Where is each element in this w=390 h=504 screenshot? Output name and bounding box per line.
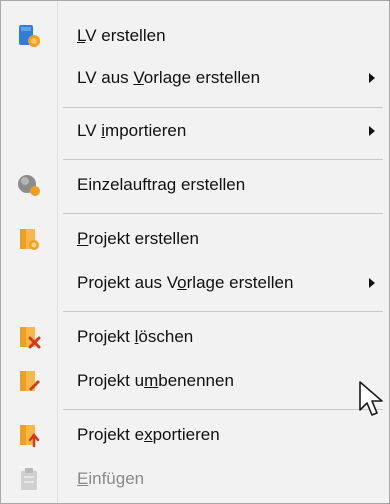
paste-icon xyxy=(15,465,43,493)
menu-item-einfuegen: Einfügen xyxy=(1,459,389,499)
menu-item-label: Projekt löschen xyxy=(77,327,194,346)
submenu-arrow-icon xyxy=(369,73,375,83)
project-export-icon xyxy=(15,421,43,449)
menu-item-projekt-umbenennen[interactable]: Projekt umbenennen xyxy=(1,361,389,401)
menu-item-lv-aus-vorlage[interactable]: LV aus Vorlage erstellen xyxy=(1,58,389,98)
menu-item-label: Projekt umbenennen xyxy=(77,371,234,390)
project-create-icon xyxy=(15,225,43,253)
submenu-arrow-icon xyxy=(369,278,375,288)
menu-item-projekt-loeschen[interactable]: Projekt löschen xyxy=(1,317,389,357)
submenu-arrow-icon xyxy=(369,126,375,136)
menu-item-label: Einfügen xyxy=(77,469,145,488)
menu-item-label: LV aus Vorlage erstellen xyxy=(77,68,261,87)
lv-create-icon xyxy=(15,22,43,50)
menu-item-label: Projekt erstellen xyxy=(77,229,199,248)
menu-separator xyxy=(63,159,383,160)
single-order-icon xyxy=(15,171,43,199)
context-menu: LV erstellen LV aus Vorlage erstellen LV… xyxy=(0,0,390,504)
menu-item-label: Projekt aus Vorlage erstellen xyxy=(77,273,294,292)
menu-item-projekt-erstellen[interactable]: Projekt erstellen xyxy=(1,219,389,259)
menu-item-projekt-aus-vorlage[interactable]: Projekt aus Vorlage erstellen xyxy=(1,263,389,303)
menu-item-label: Projekt exportieren xyxy=(77,425,220,444)
menu-item-einzelauftrag-erstellen[interactable]: Einzelauftrag erstellen xyxy=(1,165,389,205)
menu-item-lv-importieren[interactable]: LV importieren xyxy=(1,111,389,151)
menu-item-label: LV importieren xyxy=(77,121,187,140)
menu-item-label: Einzelauftrag erstellen xyxy=(77,175,246,194)
menu-item-label: LV erstellen xyxy=(77,26,166,45)
menu-separator xyxy=(63,107,383,108)
menu-separator xyxy=(63,213,383,214)
project-rename-icon xyxy=(15,367,43,395)
menu-item-projekt-exportieren[interactable]: Projekt exportieren xyxy=(1,415,389,455)
project-delete-icon xyxy=(15,323,43,351)
menu-separator xyxy=(63,409,383,410)
menu-item-lv-erstellen[interactable]: LV erstellen xyxy=(1,16,389,56)
mouse-pointer-icon xyxy=(359,381,383,416)
menu-separator xyxy=(63,311,383,312)
